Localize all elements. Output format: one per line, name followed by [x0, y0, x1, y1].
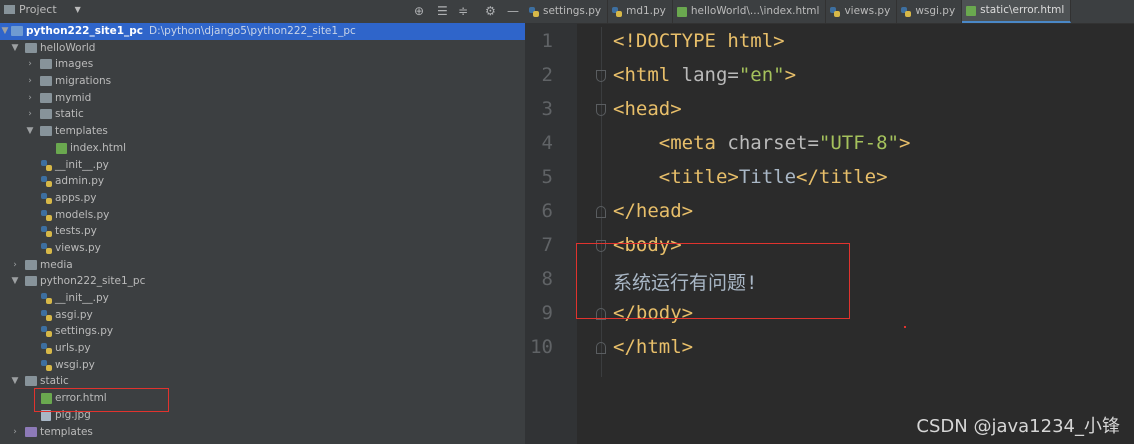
expand-all-icon[interactable]: ☰: [437, 4, 448, 18]
editor-area: settings.py md1.py helloWorld\...\index.…: [525, 0, 1134, 444]
tree-item-models-py[interactable]: models.py: [0, 207, 525, 224]
editor-tab-bar: settings.py md1.py helloWorld\...\index.…: [525, 0, 1134, 24]
tab-index-html[interactable]: helloWorld\...\index.html: [673, 0, 827, 23]
code-line-2: <html lang="en">: [613, 64, 797, 86]
folder-icon: [25, 426, 37, 437]
tree-item-media[interactable]: › media: [0, 257, 525, 274]
line-number: 1: [541, 30, 553, 52]
tree-item-init-py[interactable]: __init__.py: [0, 290, 525, 307]
folder-icon: [25, 42, 37, 53]
red-dot-mark: [904, 326, 906, 328]
code-line-4: <meta charset="UTF-8">: [658, 132, 911, 154]
line-number: 4: [541, 132, 553, 154]
python-file-icon: [41, 159, 52, 171]
tree-item-helloworld[interactable]: ▼ helloWorld: [0, 40, 525, 57]
project-panel-header: Project ▼ ⊕ ☰ ≑ ⚙ —: [0, 0, 525, 24]
python-file-icon: [41, 326, 52, 338]
tree-root[interactable]: ▼ python222_site1_pc D:\python\django5\py…: [0, 23, 525, 40]
line-number-gutter: 1 2 3 4 5 6 7 8 9 10: [525, 23, 577, 444]
python-file-icon: [612, 6, 623, 17]
project-tree: ▼ python222_site1_pc D:\python\django5\py…: [0, 23, 525, 440]
highlight-box-error-html: [34, 388, 169, 412]
tree-item-templates[interactable]: ▼ templates: [0, 123, 525, 140]
code-line-3: <head>: [613, 98, 682, 120]
tree-item-python222-site1-pc[interactable]: ▼ python222_site1_pc: [0, 273, 525, 290]
tree-item-templates-root[interactable]: › templates: [0, 424, 525, 441]
tree-item-settings-py[interactable]: settings.py: [0, 323, 525, 340]
minimize-icon[interactable]: —: [507, 4, 519, 18]
project-tool-window: Project ▼ ⊕ ☰ ≑ ⚙ — ▼ python222_site1_pc…: [0, 0, 525, 444]
python-file-icon: [901, 6, 912, 17]
tree-item-urls-py[interactable]: urls.py: [0, 340, 525, 357]
python-file-icon: [41, 309, 52, 321]
python-file-icon: [41, 359, 52, 371]
folder-icon: [25, 276, 37, 287]
crosshair-icon[interactable]: ⊕: [414, 4, 424, 18]
line-number: 10: [530, 336, 553, 358]
python-file-icon: [41, 293, 52, 304]
line-number: 8: [541, 268, 553, 290]
tree-item-images[interactable]: › images: [0, 56, 525, 73]
code-line-6: </head>: [613, 200, 694, 222]
python-file-icon: [830, 6, 841, 17]
code-line-10: </html>: [613, 336, 694, 358]
html-file-icon: [56, 142, 67, 154]
tab-wsgi-py[interactable]: wsgi.py: [897, 0, 963, 23]
project-view-selector[interactable]: Project ▼: [4, 3, 81, 16]
panel-title: Project: [19, 3, 57, 16]
folder-icon: [11, 26, 23, 36]
python-file-icon: [529, 6, 539, 17]
fold-marker-icon[interactable]: [596, 104, 606, 116]
line-number: 5: [541, 166, 553, 188]
line-number: 7: [541, 234, 553, 256]
tree-item-migrations[interactable]: › migrations: [0, 73, 525, 90]
tab-settings-py[interactable]: settings.py: [525, 0, 609, 23]
code-line-1: <!DOCTYPE html>: [613, 30, 785, 52]
tree-item-wsgi-py[interactable]: wsgi.py: [0, 357, 525, 374]
tree-item-mymid[interactable]: › mymid: [0, 90, 525, 107]
folder-icon: [40, 109, 52, 120]
line-number: 3: [541, 98, 553, 120]
python-file-icon: [41, 226, 52, 238]
folder-icon: [40, 76, 52, 87]
folder-icon: [25, 376, 37, 387]
python-file-icon: [41, 242, 52, 254]
line-number: 9: [541, 302, 553, 324]
chevron-down-icon[interactable]: ▼: [75, 5, 81, 14]
html-file-icon: [966, 5, 977, 16]
tree-item-static[interactable]: › static: [0, 106, 525, 123]
tree-item-asgi-py[interactable]: asgi.py: [0, 307, 525, 324]
tree-item-tests-py[interactable]: tests.py: [0, 223, 525, 240]
python-file-icon: [41, 192, 52, 204]
watermark: CSDN @java1234_小锋: [916, 416, 1120, 437]
python-file-icon: [41, 209, 52, 221]
root-path: D:\python\django5\python222_site1_pc: [149, 25, 356, 37]
tab-md1-py[interactable]: md1.py: [608, 0, 673, 23]
folder-icon: [40, 126, 52, 137]
tree-item-apps-py[interactable]: apps.py: [0, 190, 525, 207]
python-file-icon: [41, 343, 52, 355]
root-name: python222_site1_pc: [26, 25, 143, 37]
fold-marker-icon[interactable]: [596, 70, 606, 82]
highlight-box-body: [576, 243, 850, 319]
tree-item-admin-py[interactable]: admin.py: [0, 173, 525, 190]
folder-icon: [40, 92, 52, 103]
gear-icon[interactable]: ⚙: [485, 4, 496, 18]
fold-marker-icon[interactable]: [596, 342, 606, 354]
folder-icon: [25, 259, 37, 270]
collapse-all-icon[interactable]: ≑: [458, 4, 468, 18]
html-file-icon: [676, 6, 687, 17]
tab-error-html[interactable]: static\error.html: [962, 0, 1072, 23]
python-file-icon: [41, 176, 52, 188]
folder-icon: [40, 59, 52, 70]
tree-item-init-py[interactable]: __init__.py: [0, 157, 525, 174]
tree-item-views-py[interactable]: views.py: [0, 240, 525, 257]
code-line-5: <title>Title</title>: [658, 166, 888, 188]
line-number: 2: [541, 64, 553, 86]
fold-marker-icon[interactable]: [596, 206, 606, 218]
folder-icon: [4, 5, 15, 14]
line-number: 6: [541, 200, 553, 222]
tree-item-index-html[interactable]: index.html: [0, 140, 525, 157]
tab-views-py[interactable]: views.py: [826, 0, 898, 23]
